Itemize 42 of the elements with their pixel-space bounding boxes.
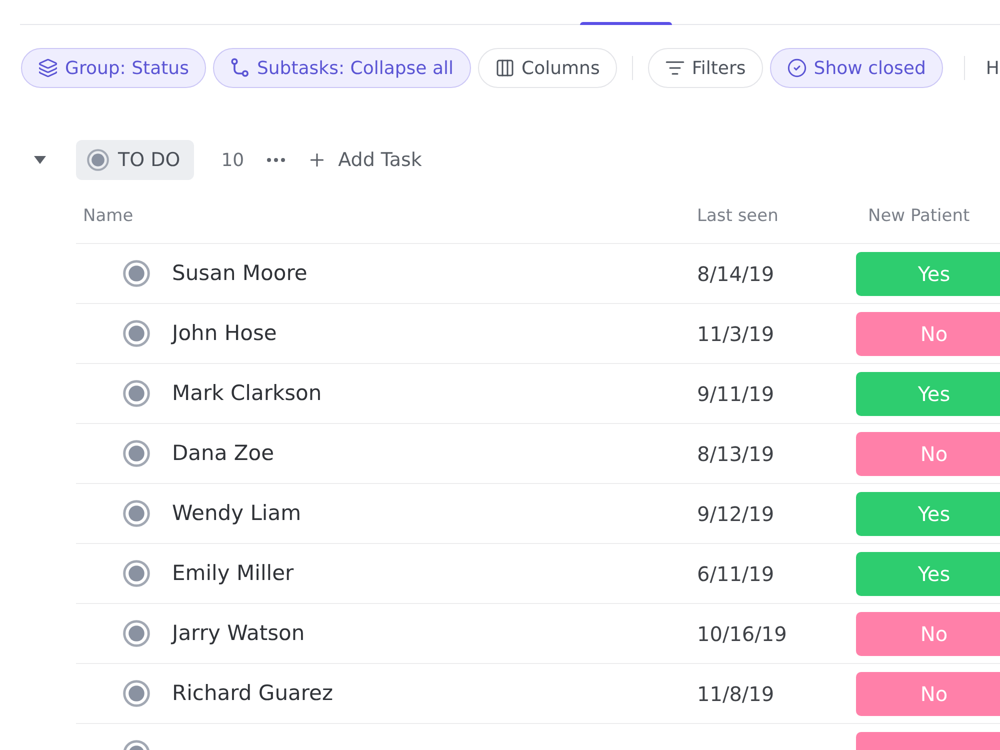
date-cell: 8/13/19 xyxy=(697,442,774,466)
add-task-button[interactable]: Add Task xyxy=(307,146,422,174)
toolbar-button[interactable]: Filters xyxy=(648,48,763,88)
status-circle-icon[interactable] xyxy=(123,560,150,587)
status-circle-icon[interactable] xyxy=(123,380,150,407)
date-cell: 6/11/19 xyxy=(697,562,774,586)
subtasks-icon xyxy=(230,58,250,78)
status-circle-icon[interactable] xyxy=(123,500,150,527)
date-cell: 10/16/19 xyxy=(697,622,787,646)
task-name[interactable]: John Hose xyxy=(172,318,277,350)
column-header: New Patient xyxy=(868,206,970,226)
status-badge[interactable]: TO DO xyxy=(76,140,194,180)
column-header: Last seen xyxy=(697,206,778,226)
date-cell: 11/3/19 xyxy=(697,322,774,346)
column-header: Name xyxy=(83,206,134,226)
status-circle-icon[interactable] xyxy=(123,680,150,707)
status-circle-icon[interactable] xyxy=(123,320,150,347)
task-count: 10 xyxy=(221,148,244,172)
task-name[interactable]: Richard Guarez xyxy=(172,678,333,710)
status-circle-icon xyxy=(87,149,109,171)
task-name[interactable]: Mark Clarkson xyxy=(172,378,322,410)
toolbar-button[interactable]: Show closed xyxy=(770,48,943,88)
layers-icon xyxy=(38,58,58,78)
toolbar-label[interactable]: H xyxy=(986,54,1000,82)
toolbar-button[interactable]: Columns xyxy=(478,48,617,88)
task-name[interactable]: Dana Zoe xyxy=(172,438,274,470)
circle-check-icon xyxy=(786,58,807,78)
task-name[interactable]: Wendy Liam xyxy=(172,498,302,530)
toolbar-button[interactable]: Group: Status xyxy=(21,48,206,88)
date-cell: 9/11/19 xyxy=(697,382,774,406)
task-name[interactable]: Susan Moore xyxy=(172,258,308,290)
caret-icon[interactable] xyxy=(33,155,47,165)
columns-icon xyxy=(494,58,515,78)
date-cell: 9/12/19 xyxy=(697,502,774,526)
task-name[interactable]: Jarry Watson xyxy=(172,618,305,650)
status-circle-icon[interactable] xyxy=(123,440,150,467)
date-cell: 8/14/19 xyxy=(697,262,774,286)
date-cell: 11/8/19 xyxy=(697,682,774,706)
task-name[interactable]: Emily Miller xyxy=(172,558,294,590)
status-circle-icon[interactable] xyxy=(123,260,150,287)
toolbar-button[interactable]: Subtasks: Collapse all xyxy=(212,48,471,88)
status-circle-icon[interactable] xyxy=(123,620,150,647)
